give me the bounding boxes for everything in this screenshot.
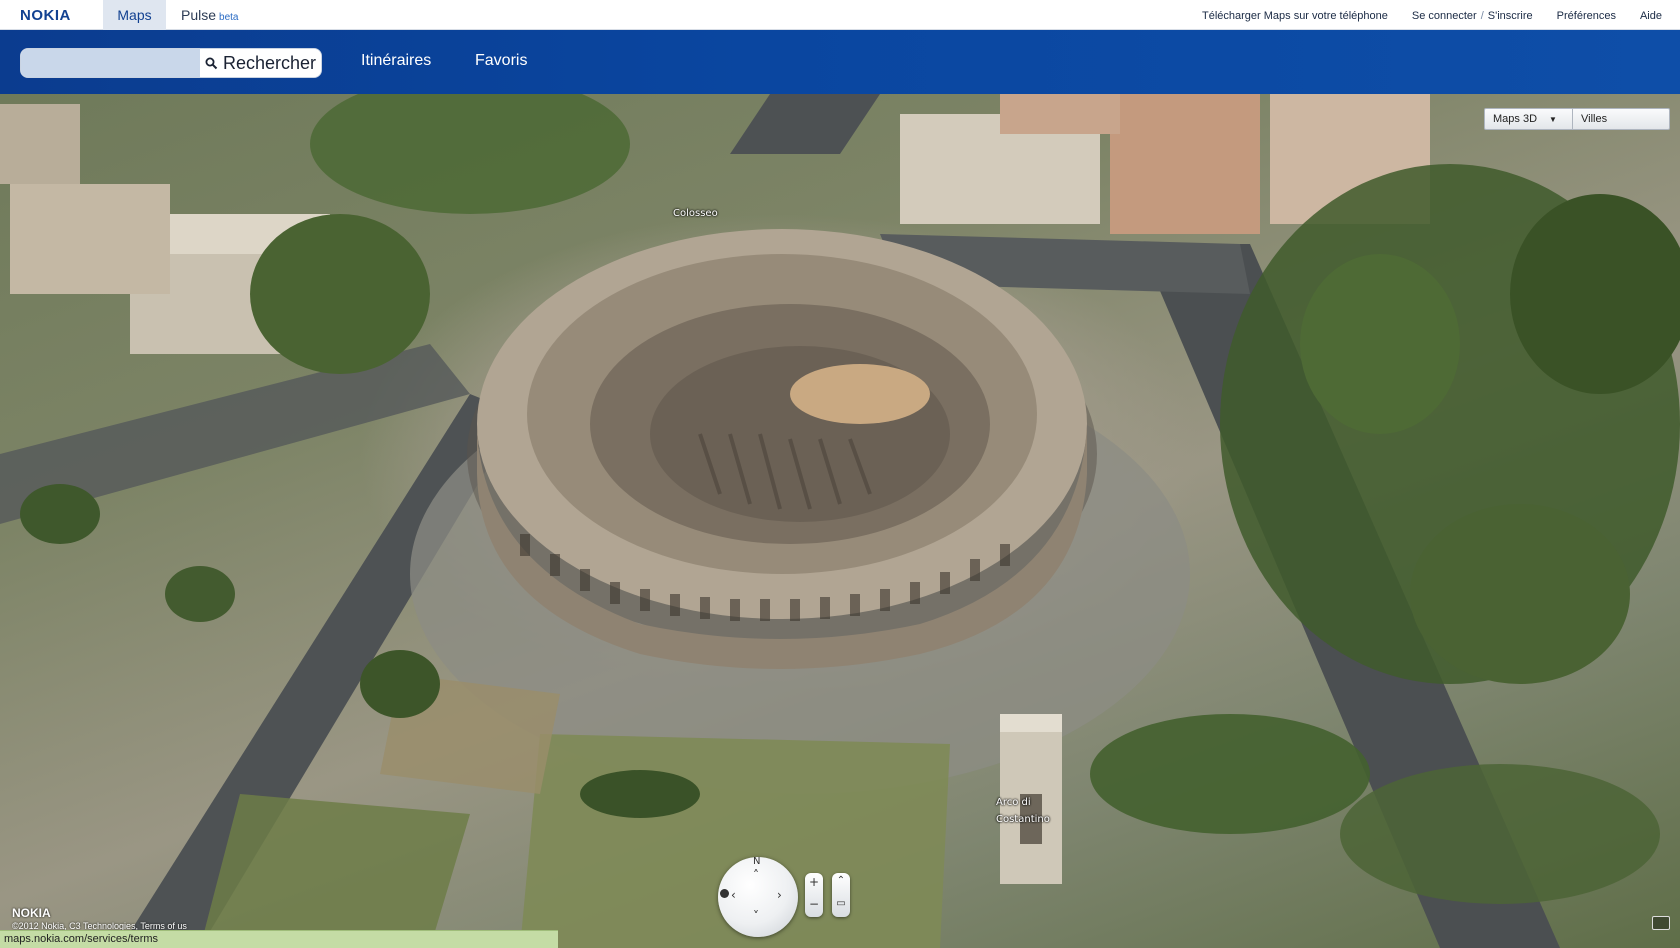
- search-box: Rechercher: [20, 48, 322, 78]
- login-link[interactable]: Se connecter: [1412, 10, 1477, 22]
- zoom-control: + −: [805, 873, 823, 917]
- beta-badge: beta: [219, 12, 239, 23]
- pan-down-icon[interactable]: ˅: [753, 909, 759, 923]
- rotate-reset-icon[interactable]: ▭: [832, 898, 850, 909]
- tilt-handle-icon[interactable]: [720, 889, 729, 898]
- map-view[interactable]: Colosseo Arco di Costantino: [0, 94, 1680, 948]
- zoom-out-button[interactable]: −: [805, 897, 823, 911]
- top-bar: NOKIA Maps Pulse beta Télécharger Maps su…: [0, 0, 1680, 30]
- zoom-in-button[interactable]: +: [805, 875, 823, 889]
- search-button[interactable]: Rechercher: [200, 49, 321, 77]
- favoris-link[interactable]: Favoris: [475, 52, 527, 70]
- map-mode-label: Maps 3D: [1493, 113, 1538, 125]
- preferences-link[interactable]: Préférences: [1557, 10, 1616, 22]
- search-input[interactable]: [21, 49, 200, 77]
- pan-left-icon[interactable]: ‹: [731, 888, 736, 902]
- pan-up-icon[interactable]: ˄: [753, 868, 759, 882]
- status-bar-url: maps.nokia.com/services/terms: [0, 930, 558, 948]
- arco-label-line2[interactable]: Costantino: [996, 814, 1050, 825]
- cities-layer-button[interactable]: Villes: [1573, 109, 1607, 129]
- search-icon: [205, 57, 218, 69]
- tab-pulse-label: Pulse: [181, 7, 217, 23]
- footer-nokia-logo: NOKIA: [12, 906, 51, 920]
- help-link[interactable]: Aide: [1640, 10, 1662, 22]
- map-3d-scene: [0, 94, 1680, 948]
- fullscreen-icon[interactable]: [1652, 916, 1670, 930]
- pan-compass-control[interactable]: N ˄ ˅ ‹ ›: [718, 856, 798, 937]
- nokia-logo[interactable]: NOKIA: [20, 7, 71, 24]
- itineraires-link[interactable]: Itinéraires: [361, 52, 431, 70]
- colosseo-label[interactable]: Colosseo: [673, 208, 718, 219]
- top-links: Télécharger Maps sur votre téléphone Se …: [1178, 10, 1662, 22]
- tab-pulse[interactable]: Pulse beta: [181, 7, 239, 23]
- rotate-up-icon[interactable]: ⌃: [832, 875, 850, 886]
- pan-right-icon[interactable]: ›: [777, 888, 782, 902]
- search-button-label: Rechercher: [222, 52, 317, 73]
- link-separator: /: [1480, 10, 1484, 22]
- nav-bar: Rechercher Itinéraires Favoris: [0, 30, 1680, 94]
- map-mode-dropdown[interactable]: Maps 3D ▼: [1485, 109, 1573, 129]
- download-app-link[interactable]: Télécharger Maps sur votre téléphone: [1202, 10, 1388, 22]
- rotate-control: ⌃ ▭: [832, 873, 850, 917]
- signup-link[interactable]: S'inscrire: [1488, 10, 1533, 22]
- map-type-selector: Maps 3D ▼ Villes: [1484, 108, 1670, 130]
- tab-maps[interactable]: Maps: [103, 0, 166, 30]
- compass-north-label: N: [753, 856, 761, 867]
- dropdown-caret-icon: ▼: [1549, 114, 1557, 124]
- arco-label-line1[interactable]: Arco di: [996, 797, 1031, 808]
